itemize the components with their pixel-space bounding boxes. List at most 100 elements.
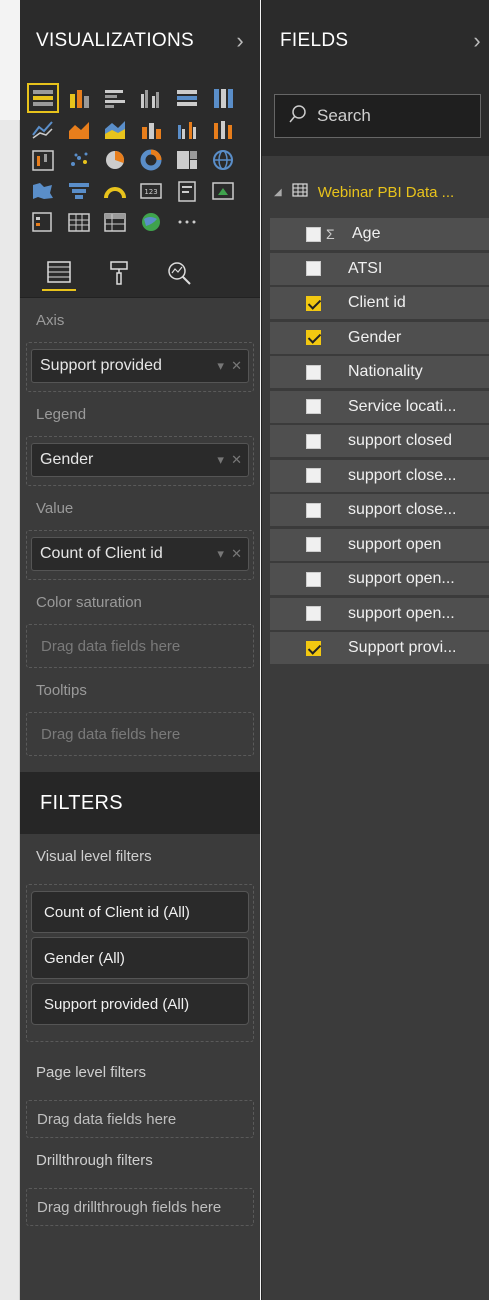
format-paint-roller-icon[interactable] xyxy=(102,255,136,291)
field-label: ATSI xyxy=(348,259,383,277)
field-atsi[interactable]: ATSI xyxy=(270,252,489,285)
table-icon[interactable] xyxy=(66,210,92,234)
expand-collapse-icon[interactable]: ◢ xyxy=(274,187,282,198)
page-level-filters-drop-zone[interactable]: Drag data fields here xyxy=(26,1100,254,1138)
remove-field-icon[interactable]: ✕ xyxy=(231,452,242,467)
checkbox[interactable] xyxy=(306,606,321,621)
clustered-column-chart-icon[interactable] xyxy=(138,86,164,110)
gauge-icon[interactable] xyxy=(102,179,128,203)
checkbox[interactable] xyxy=(306,433,321,449)
field-support-closed-3[interactable]: support close... xyxy=(270,494,489,526)
value-field-chip[interactable]: Count of Client id ▾ ✕ xyxy=(31,537,249,571)
filled-map-icon[interactable] xyxy=(30,179,56,203)
search-container xyxy=(262,82,489,156)
map-icon[interactable] xyxy=(210,148,236,172)
area-chart-icon[interactable] xyxy=(66,117,92,141)
filter-gender[interactable]: Gender (All) xyxy=(31,937,249,979)
value-well[interactable]: Count of Client id ▾ ✕ xyxy=(26,530,254,580)
fields-tab-icon[interactable] xyxy=(42,255,76,291)
stacked-bar-chart-icon[interactable] xyxy=(27,83,59,113)
color-saturation-drop-zone[interactable]: Drag data fields here xyxy=(27,625,253,667)
sum-icon: Σ xyxy=(326,226,335,242)
field-support-closed[interactable]: support closed xyxy=(270,425,489,457)
treemap-icon[interactable] xyxy=(174,148,200,172)
line-and-clustered-column-icon[interactable] xyxy=(174,117,200,141)
checkbox[interactable] xyxy=(306,261,321,276)
line-and-stacked-column-icon[interactable] xyxy=(138,117,164,141)
color-saturation-well[interactable]: Drag data fields here xyxy=(26,624,254,668)
filter-support-provided[interactable]: Support provided (All) xyxy=(31,983,249,1025)
search-input[interactable] xyxy=(317,106,457,126)
field-nationality[interactable]: Nationality xyxy=(270,356,489,388)
100-stacked-column-icon[interactable] xyxy=(210,86,236,110)
field-support-closed-2[interactable]: support close... xyxy=(270,459,489,492)
table-name: Webinar PBI Data ... xyxy=(317,183,455,201)
axis-field-chip[interactable]: Support provided ▾ ✕ xyxy=(31,349,249,383)
field-support-open[interactable]: support open xyxy=(270,528,489,561)
chevron-down-icon[interactable]: ▾ xyxy=(217,452,224,467)
tooltips-drop-zone[interactable]: Drag data fields here xyxy=(27,713,253,755)
multi-row-card-icon[interactable] xyxy=(174,179,200,203)
checkbox[interactable] xyxy=(306,537,321,552)
checkbox[interactable] xyxy=(306,468,321,483)
field-client-id[interactable]: Client id xyxy=(270,287,489,319)
donut-chart-icon[interactable] xyxy=(138,148,164,172)
checkbox[interactable] xyxy=(306,226,321,242)
checkbox[interactable] xyxy=(306,399,321,414)
legend-well[interactable]: Gender ▾ ✕ xyxy=(26,436,254,486)
slicer-icon[interactable] xyxy=(30,210,56,234)
line-chart-icon[interactable] xyxy=(30,117,56,141)
drillthrough-filters-drop-zone[interactable]: Drag drillthrough fields here xyxy=(26,1188,254,1226)
drillthrough-filters-label: Drillthrough filters xyxy=(36,1152,153,1169)
tooltips-well[interactable]: Drag data fields here xyxy=(26,712,254,756)
100-stacked-bar-icon[interactable] xyxy=(174,86,200,110)
checkbox[interactable] xyxy=(306,502,321,518)
filter-count-client-id[interactable]: Count of Client id (All) xyxy=(31,891,249,933)
axis-well[interactable]: Support provided ▾ ✕ xyxy=(26,342,254,392)
legend-field-chip[interactable]: Gender ▾ ✕ xyxy=(31,443,249,477)
chip-controls[interactable]: ▾ ✕ xyxy=(217,358,242,374)
field-support-open-2[interactable]: support open... xyxy=(270,563,489,595)
checkbox-checked[interactable] xyxy=(306,640,321,656)
analytics-magnifier-icon[interactable] xyxy=(162,255,196,291)
field-support-provided[interactable]: Support provi... xyxy=(270,632,489,664)
collapse-fields-icon[interactable]: › xyxy=(473,28,481,54)
ribbon-chart-icon[interactable] xyxy=(210,117,236,141)
chevron-down-icon[interactable]: ▾ xyxy=(217,546,224,561)
field-label: Age xyxy=(352,225,381,242)
field-age[interactable]: Σ Age xyxy=(270,218,489,250)
field-service-location[interactable]: Service locati... xyxy=(270,390,489,423)
field-gender[interactable]: Gender xyxy=(270,321,489,354)
chip-controls[interactable]: ▾ ✕ xyxy=(217,452,242,468)
arcgis-map-icon[interactable] xyxy=(138,210,164,234)
visualizations-title: VISUALIZATIONS xyxy=(36,30,194,51)
remove-field-icon[interactable]: ✕ xyxy=(231,358,242,373)
more-visuals-icon[interactable] xyxy=(174,210,200,234)
chevron-down-icon[interactable]: ▾ xyxy=(217,358,224,373)
clustered-bar-chart-icon[interactable] xyxy=(102,86,128,110)
field-label: support close... xyxy=(348,466,457,484)
stacked-column-chart-icon[interactable] xyxy=(66,86,92,110)
waterfall-chart-icon[interactable] xyxy=(30,148,56,172)
remove-field-icon[interactable]: ✕ xyxy=(231,546,242,561)
search-box[interactable] xyxy=(274,94,481,138)
report-canvas-edge xyxy=(0,120,20,1300)
funnel-icon[interactable] xyxy=(66,179,92,203)
collapse-visualizations-icon[interactable]: › xyxy=(236,28,244,54)
visual-tools-tabs xyxy=(20,248,260,298)
field-label: Gender xyxy=(348,328,402,346)
card-icon[interactable]: 123 xyxy=(138,179,164,203)
table-node[interactable]: ◢ Webinar PBI Data ... xyxy=(262,156,489,218)
checkbox[interactable] xyxy=(306,364,321,380)
checkbox[interactable] xyxy=(306,571,321,587)
checkbox-checked[interactable] xyxy=(306,330,321,345)
kpi-icon[interactable] xyxy=(210,179,236,203)
checkbox-checked[interactable] xyxy=(306,295,321,311)
visual-level-filters-well: Count of Client id (All) Gender (All) Su… xyxy=(26,884,254,1042)
matrix-icon[interactable] xyxy=(102,210,128,234)
field-support-open-3[interactable]: support open... xyxy=(270,597,489,630)
chip-controls[interactable]: ▾ ✕ xyxy=(217,546,242,562)
scatter-chart-icon[interactable] xyxy=(66,148,92,172)
stacked-area-chart-icon[interactable] xyxy=(102,117,128,141)
pie-chart-icon[interactable] xyxy=(102,148,128,172)
